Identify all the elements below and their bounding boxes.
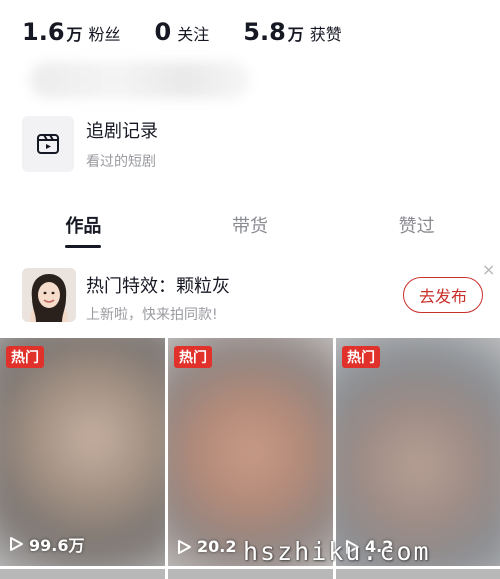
drama-history-title: 追剧记录 <box>86 121 158 142</box>
likes-unit: 万 <box>287 25 304 44</box>
tab-liked[interactable]: 赞过 <box>333 200 500 250</box>
play-count: 99.6万 <box>8 532 84 556</box>
hot-badge: 热门 <box>342 346 380 368</box>
video-tile-row2 <box>0 569 165 579</box>
effect-preview-avatar[interactable] <box>22 268 76 322</box>
likes-count: 5.8 <box>243 18 286 46</box>
drama-history-entry[interactable]: 追剧记录 看过的短剧 <box>22 116 158 172</box>
following-label: 关注 <box>177 25 210 44</box>
video-tile-row2 <box>168 569 333 579</box>
play-icon <box>10 537 23 551</box>
followers-label: 粉丝 <box>88 25 121 44</box>
likes-stat[interactable]: 5.8 万 获赞 <box>243 18 342 46</box>
video-tile[interactable]: 热门 4.2 <box>336 338 500 566</box>
followers-count: 1.6 <box>22 18 65 46</box>
hot-badge: 热门 <box>174 346 212 368</box>
following-stat[interactable]: 0 关注 <box>155 18 210 46</box>
clapperboard-icon <box>22 116 74 172</box>
video-tile-row2 <box>336 569 500 579</box>
blurred-bio <box>30 62 250 98</box>
hot-badge: 热门 <box>6 346 44 368</box>
profile-tabs: 作品 带货 赞过 <box>0 200 500 250</box>
video-tile[interactable]: 热门 99.6万 <box>0 338 165 566</box>
tab-works[interactable]: 作品 <box>0 200 167 250</box>
followers-unit: 万 <box>66 25 83 44</box>
play-count: 20.2 <box>176 537 236 556</box>
tab-selling[interactable]: 带货 <box>167 200 334 250</box>
publish-button[interactable]: 去发布 <box>403 277 483 313</box>
likes-label: 获赞 <box>309 25 342 44</box>
promo-title: 热门特效：颗粒灰 <box>86 276 230 297</box>
following-count: 0 <box>154 18 172 46</box>
site-watermark: hszhiku.com <box>243 537 431 566</box>
followers-stat[interactable]: 1.6 万 粉丝 <box>22 18 121 46</box>
video-tile[interactable]: 热门 20.2 <box>168 338 333 566</box>
drama-history-subtitle: 看过的短剧 <box>86 154 156 170</box>
promo-subtitle: 上新啦，快来拍同款! <box>86 307 218 323</box>
play-count-value: 20.2 <box>197 537 237 556</box>
play-count-value: 99.6万 <box>29 536 85 555</box>
play-icon <box>178 539 191 554</box>
effect-promo-banner: 热门特效：颗粒灰 上新啦，快来拍同款! 去发布 × <box>0 258 500 336</box>
profile-stats: 1.6 万 粉丝 0 关注 5.8 万 获赞 <box>22 18 376 54</box>
close-icon[interactable]: × <box>482 260 495 279</box>
